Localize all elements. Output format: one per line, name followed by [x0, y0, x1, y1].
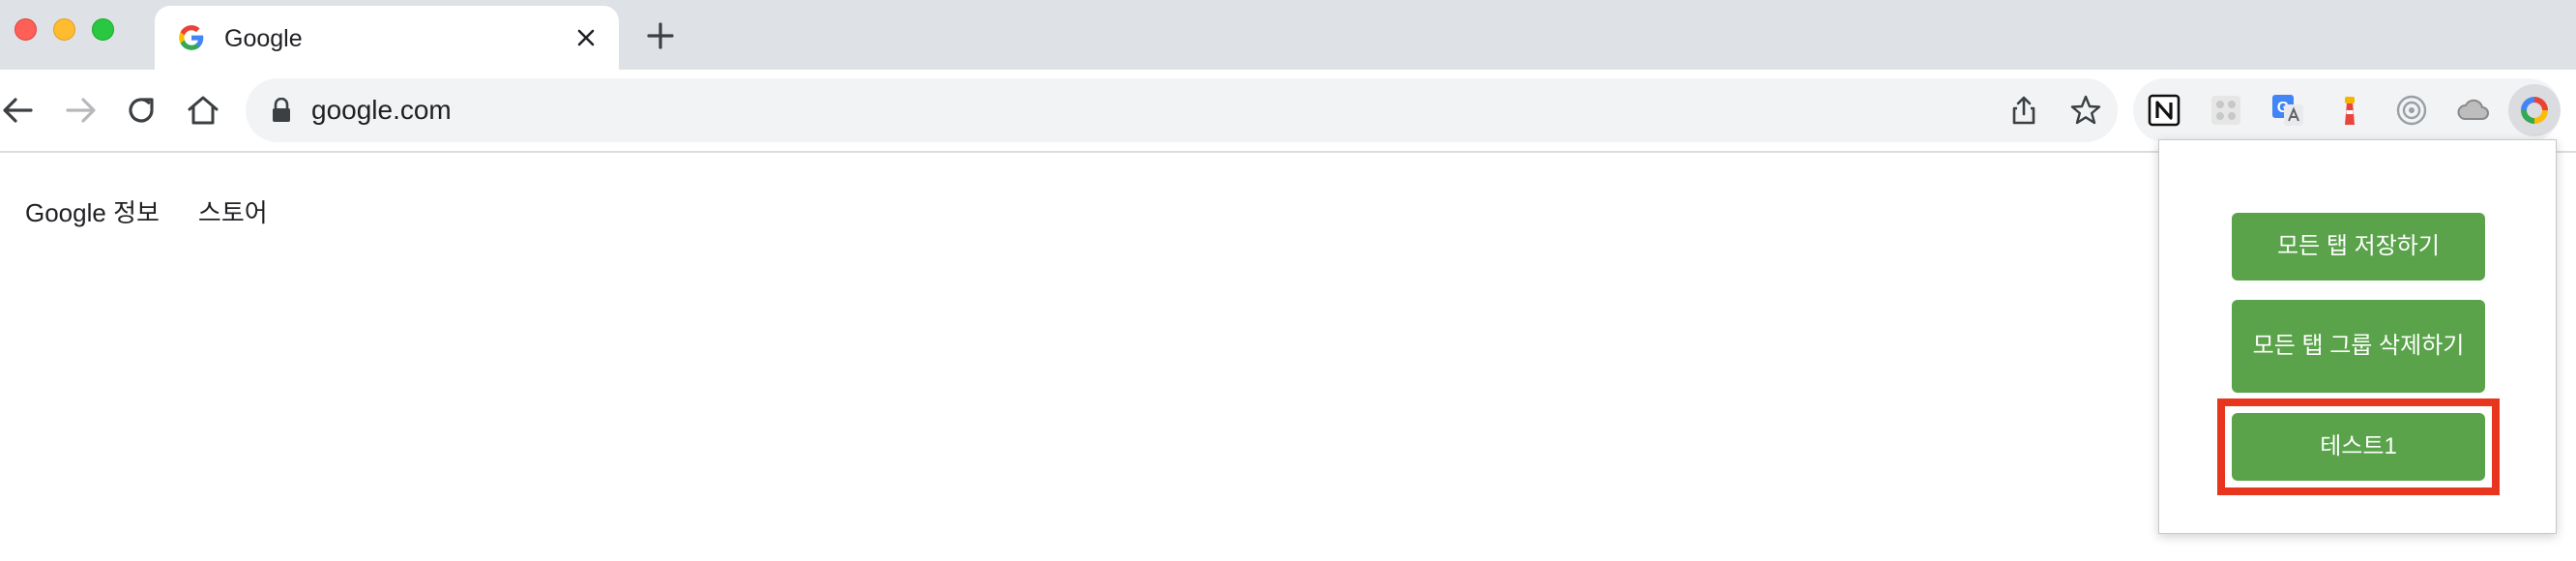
lock-icon[interactable] — [271, 98, 292, 123]
tab-strip: Google — [0, 0, 2576, 70]
link-store[interactable]: 스토어 — [198, 193, 268, 229]
cloud-icon[interactable] — [2456, 93, 2491, 128]
home-icon[interactable] — [184, 91, 222, 130]
extensions-area: G — [2133, 78, 2561, 142]
reload-icon[interactable] — [122, 91, 161, 130]
back-arrow-icon[interactable] — [0, 91, 39, 130]
extension-popup: 모든 탭 저장하기 모든 탭 그룹 삭제하기 테스트1 — [2158, 139, 2557, 534]
tab-title: Google — [224, 25, 303, 52]
google-favicon-icon — [179, 25, 204, 50]
google-header-links: Google 정보 스토어 — [25, 193, 268, 229]
window-close-button[interactable] — [15, 18, 37, 41]
test1-button[interactable]: 테스트1 — [2232, 413, 2485, 481]
save-all-tabs-button[interactable]: 모든 탭 저장하기 — [2232, 213, 2485, 280]
extension-button-active[interactable] — [2508, 84, 2561, 136]
delete-all-tab-groups-button[interactable]: 모든 탭 그룹 삭제하기 — [2232, 300, 2485, 393]
address-bar[interactable]: google.com — [246, 78, 2118, 142]
window-minimize-button[interactable] — [53, 18, 75, 41]
notion-icon[interactable] — [2147, 93, 2181, 128]
lighthouse-icon[interactable] — [2332, 93, 2367, 128]
tab-close-icon[interactable] — [571, 22, 601, 53]
tab-saver-icon — [2521, 97, 2548, 124]
url-text[interactable]: google.com — [311, 95, 452, 126]
share-icon[interactable] — [2007, 94, 2040, 127]
bookmark-star-icon[interactable] — [2069, 94, 2102, 127]
browser-tab[interactable]: Google — [155, 6, 619, 70]
window-maximize-button[interactable] — [92, 18, 114, 41]
new-tab-icon[interactable] — [644, 19, 677, 52]
link-about-google[interactable]: Google 정보 — [25, 193, 160, 229]
puzzle-grid-icon[interactable] — [2209, 93, 2243, 128]
target-icon[interactable] — [2394, 93, 2429, 128]
forward-arrow-icon[interactable] — [60, 91, 99, 130]
google-translate-icon[interactable]: G — [2270, 93, 2305, 128]
